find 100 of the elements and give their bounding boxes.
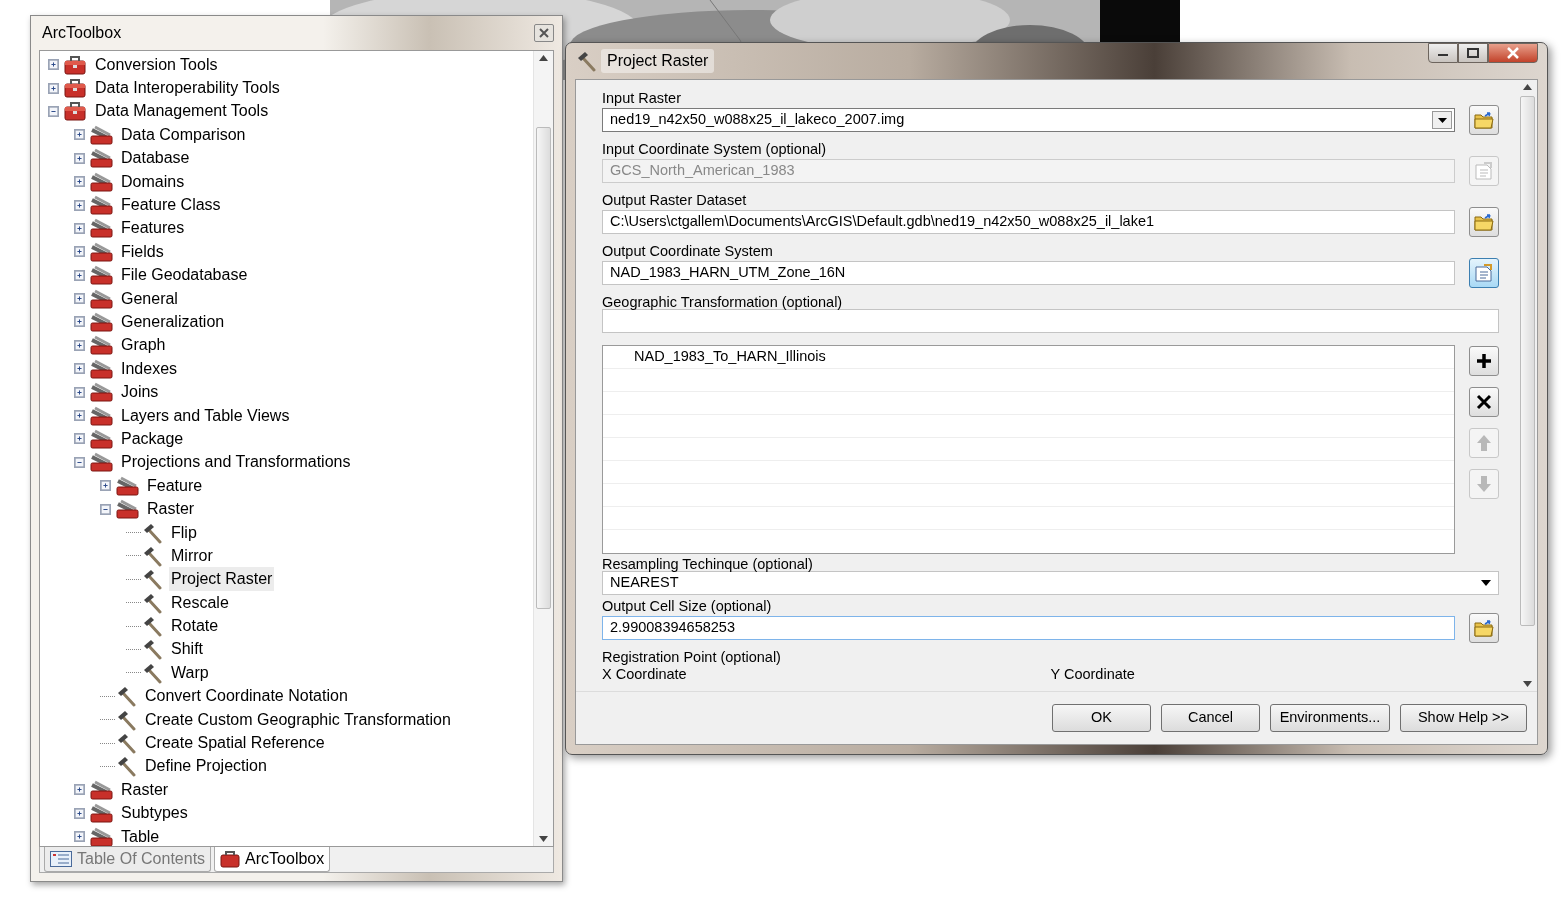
input-field[interactable]: 2.99008394658253 [602, 616, 1455, 640]
expand-icon[interactable] [48, 59, 59, 71]
panel-tab[interactable]: Table Of Contents [44, 847, 212, 872]
expand-icon[interactable] [74, 246, 85, 258]
field-label: Resampling Techinque (optional) [602, 556, 814, 571]
remove-button[interactable] [1469, 387, 1499, 417]
add-button[interactable] [1469, 346, 1499, 376]
expand-icon[interactable] [74, 199, 85, 211]
tree-item[interactable]: Fields [119, 239, 166, 264]
expand-icon[interactable] [74, 293, 85, 305]
collapse-icon[interactable] [48, 105, 59, 117]
collapse-icon[interactable] [100, 503, 111, 515]
tree-item[interactable]: Mirror [169, 543, 215, 568]
toolbox-icon [63, 77, 87, 100]
field-label: X Coordinate [602, 665, 688, 681]
browse-button[interactable] [1469, 105, 1499, 135]
dialog-button[interactable]: Environments... [1270, 704, 1390, 732]
close-icon [539, 28, 549, 38]
expand-icon[interactable] [74, 152, 85, 164]
minimize-button[interactable] [1428, 43, 1458, 63]
browse-button[interactable] [1469, 207, 1499, 237]
expand-icon[interactable] [74, 784, 85, 796]
tree-item[interactable]: Joins [119, 380, 161, 405]
tree-item[interactable]: Raster [145, 497, 197, 522]
tree-item[interactable]: Generalization [119, 310, 227, 334]
collapse-icon[interactable] [74, 456, 85, 468]
list-box[interactable]: NAD_1983_To_HARN_Illinois [602, 345, 1455, 554]
expand-icon[interactable] [74, 176, 85, 188]
toolset-icon [89, 287, 113, 310]
maximize-button[interactable] [1458, 43, 1488, 63]
dropdown-field[interactable]: ned19_n42x50_w088x25_il_lakeco_2007.img [602, 108, 1455, 132]
tree-item[interactable]: Subtypes [119, 801, 190, 826]
tree-item[interactable]: Define Projection [143, 754, 269, 779]
tree-item[interactable]: Data Interoperability Tools [93, 76, 282, 101]
tree-item[interactable]: General [119, 286, 180, 311]
expand-icon[interactable] [74, 316, 85, 328]
expand-icon[interactable] [74, 222, 85, 234]
toolset-icon [89, 381, 113, 404]
tree-item[interactable]: Indexes [119, 356, 180, 381]
expand-icon[interactable] [74, 363, 85, 375]
tree-item[interactable]: Raster [119, 777, 171, 802]
tree-item[interactable]: Shift [169, 637, 205, 662]
coordinate-system-button[interactable] [1469, 258, 1499, 288]
toolset-icon [115, 498, 139, 521]
tree-item[interactable]: Create Custom Geographic Transformation [143, 707, 453, 732]
tree-item[interactable]: Data Management Tools [93, 99, 271, 124]
close-button[interactable] [1488, 43, 1538, 63]
plus-icon [1475, 352, 1493, 370]
expand-icon[interactable] [74, 386, 85, 398]
tree-item[interactable]: Table [119, 824, 162, 846]
expand-icon[interactable] [48, 82, 59, 94]
toolset-icon [89, 240, 113, 263]
tree-item[interactable]: Rotate [169, 614, 221, 639]
tree-item[interactable]: Package [119, 426, 186, 451]
expand-icon[interactable] [74, 433, 85, 445]
toolset-icon [89, 802, 113, 825]
expand-icon[interactable] [74, 807, 85, 819]
tree-item[interactable]: Projections and Transformations [119, 450, 353, 475]
expand-icon[interactable] [74, 339, 85, 351]
expand-icon[interactable] [74, 269, 85, 281]
close-button[interactable] [534, 24, 554, 42]
tree-item[interactable]: Convert Coordinate Notation [143, 684, 350, 709]
field-label: Geographic Transformation (optional) [602, 294, 844, 309]
tree-item[interactable]: Graph [119, 333, 168, 358]
toolset-icon [89, 357, 113, 380]
expand-icon[interactable] [74, 410, 85, 422]
dialog-button[interactable]: Cancel [1161, 704, 1260, 732]
toolset-icon [89, 778, 113, 801]
tree-item[interactable]: Layers and Table Views [119, 403, 292, 428]
tree-item[interactable]: Data Comparison [119, 122, 248, 147]
expand-icon[interactable] [100, 480, 111, 492]
toolset-icon [89, 404, 113, 427]
browse-button[interactable] [1469, 613, 1499, 643]
expand-icon[interactable] [74, 129, 85, 141]
list-item[interactable]: NAD_1983_To_HARN_Illinois [603, 346, 1454, 369]
tree-item[interactable]: Rescale [169, 590, 231, 615]
panel-tab[interactable]: ArcToolbox [214, 847, 331, 872]
field-label: Output Raster Dataset [602, 192, 748, 207]
dialog-button[interactable]: Show Help >> [1400, 704, 1527, 732]
tree-item[interactable]: Conversion Tools [93, 52, 220, 77]
dialog-button[interactable]: OK [1052, 704, 1151, 732]
tree-item[interactable]: Database [119, 146, 192, 171]
tree-item[interactable]: Feature Class [119, 193, 223, 218]
expand-icon[interactable] [74, 831, 85, 843]
scrollbar[interactable] [533, 51, 553, 846]
input-field[interactable]: C:\Users\ctgallem\Documents\ArcGIS\Default.gdb\ned19_n42x50_w088x25_il_lake1 [602, 210, 1455, 234]
tree-item[interactable]: File Geodatabase [119, 263, 250, 288]
tree-item[interactable]: Project Raster [169, 567, 275, 592]
input-field[interactable]: NAD_1983_HARN_UTM_Zone_16N [602, 261, 1455, 285]
tree-item[interactable]: Flip [169, 520, 199, 545]
toolbox-icon [63, 100, 87, 123]
input-field[interactable] [602, 309, 1499, 333]
tree-item[interactable]: Feature [145, 473, 205, 498]
tree-item[interactable]: Create Spatial Reference [143, 731, 327, 756]
dropdown-field[interactable]: NEAREST [602, 571, 1499, 595]
toolset-icon [89, 264, 113, 287]
tree-item[interactable]: Warp [169, 660, 211, 685]
caret-icon [1481, 580, 1491, 586]
tree-item[interactable]: Features [119, 216, 187, 241]
tree-item[interactable]: Domains [119, 169, 187, 194]
